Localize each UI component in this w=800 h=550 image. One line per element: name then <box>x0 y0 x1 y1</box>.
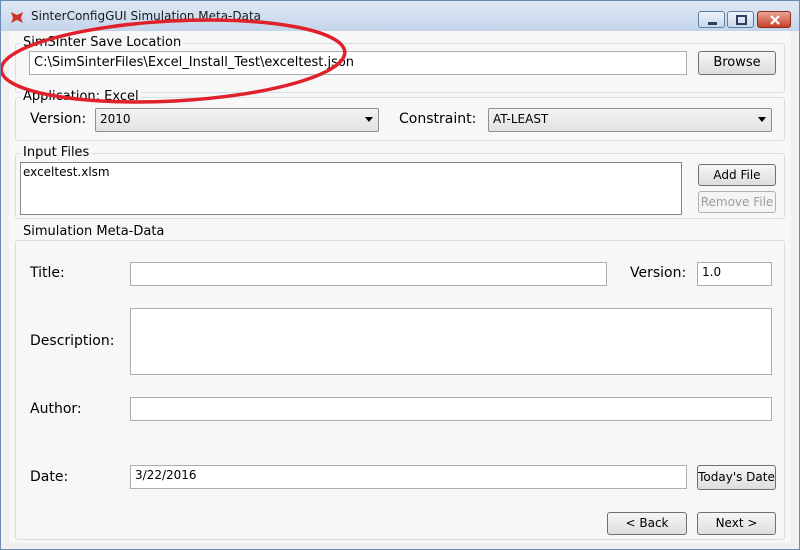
dialog-content: SimSinter Save Location C:\SimSinterFile… <box>9 31 791 543</box>
close-icon <box>770 15 780 25</box>
constraint-label: Constraint: <box>399 111 477 127</box>
meta-data-label: Simulation Meta-Data <box>21 224 167 239</box>
browse-button[interactable]: Browse <box>698 51 776 75</box>
app-version-value: 2010 <box>100 112 131 126</box>
input-files-list[interactable]: exceltest.xlsm <box>20 162 682 215</box>
input-files-label: Input Files <box>21 145 92 160</box>
maximize-icon <box>736 15 747 25</box>
constraint-select[interactable]: AT-LEAST <box>488 108 772 132</box>
title-label: Title: <box>30 265 65 281</box>
save-path-input[interactable]: C:\SimSinterFiles\Excel_Install_Test\exc… <box>29 51 687 75</box>
minimize-button[interactable] <box>698 11 725 28</box>
constraint-value: AT-LEAST <box>493 112 549 126</box>
title-input[interactable] <box>130 262 607 286</box>
sinter-logo-icon <box>11 12 23 23</box>
add-file-button[interactable]: Add File <box>698 164 776 186</box>
list-item[interactable]: exceltest.xlsm <box>23 165 679 179</box>
meta-version-label: Version: <box>630 265 687 281</box>
close-button[interactable] <box>757 11 791 28</box>
meta-version-input[interactable]: 1.0 <box>697 262 772 286</box>
back-button[interactable]: < Back <box>607 512 687 535</box>
date-input[interactable]: 3/22/2016 <box>130 465 687 489</box>
app-version-label: Version: <box>30 111 87 127</box>
next-button[interactable]: Next > <box>697 512 776 535</box>
author-label: Author: <box>30 401 82 417</box>
description-input[interactable] <box>130 308 772 375</box>
remove-file-button[interactable]: Remove File <box>698 191 776 213</box>
title-bar[interactable]: SinterConfigGUI Simulation Meta-Data <box>1 1 799 31</box>
application-label: Application: Excel <box>21 89 141 104</box>
chevron-down-icon <box>758 117 766 122</box>
todays-date-button[interactable]: Today's Date <box>697 465 776 490</box>
minimize-icon <box>708 22 717 25</box>
date-label: Date: <box>30 469 69 485</box>
maximize-button[interactable] <box>727 11 754 28</box>
main-window: SinterConfigGUI Simulation Meta-Data Sim… <box>0 0 800 550</box>
author-input[interactable] <box>130 397 772 421</box>
window-title: SinterConfigGUI Simulation Meta-Data <box>31 9 262 23</box>
chevron-down-icon <box>365 117 373 122</box>
description-label: Description: <box>30 333 115 349</box>
save-location-label: SimSinter Save Location <box>21 35 184 50</box>
app-version-select[interactable]: 2010 <box>95 108 379 132</box>
